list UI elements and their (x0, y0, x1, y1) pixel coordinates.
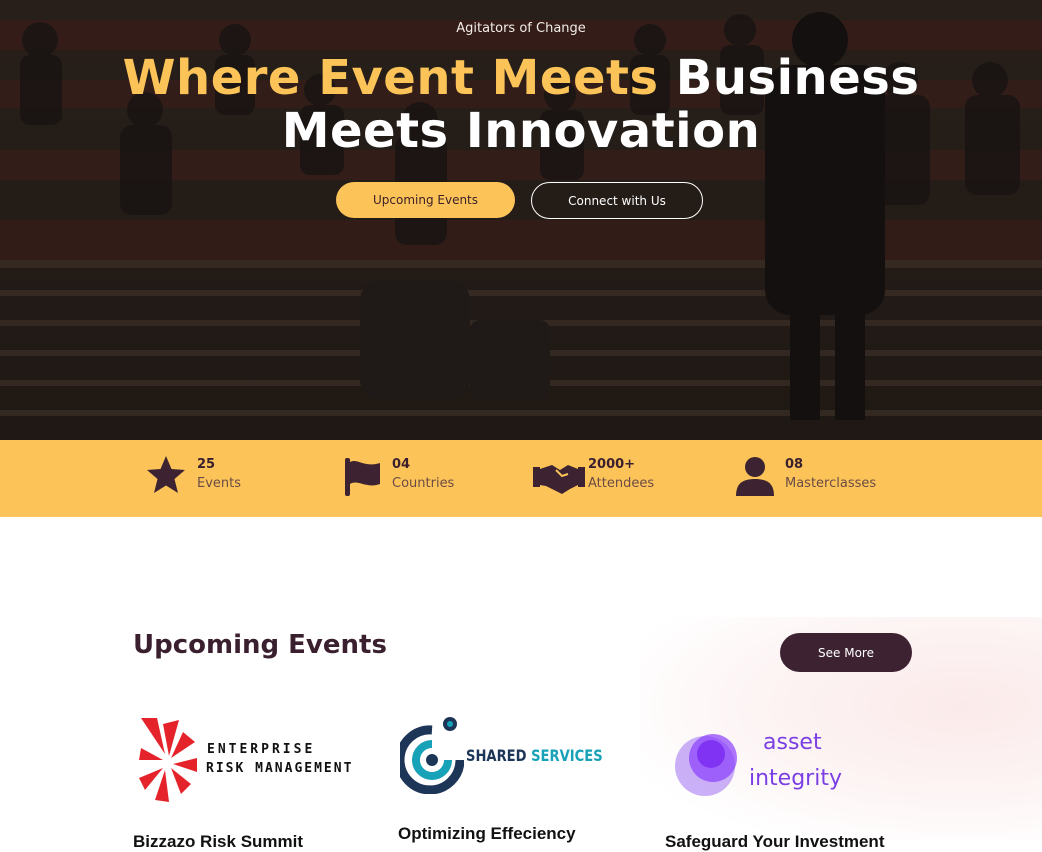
logo-text-line2: RISK MANAGEMENT (206, 761, 354, 776)
headline-line2: Meets Innovation (281, 103, 761, 159)
logo-word-shared: SHARED (466, 746, 527, 765)
headline-text: Business (658, 50, 920, 106)
connect-with-us-button[interactable]: Connect with Us (531, 182, 703, 219)
stats-bar: 25 Events 04 Countries 2000+ Attendees 0… (0, 440, 1042, 517)
hero-tagline: Agitators of Change (456, 21, 586, 36)
upcoming-events-title: Upcoming Events (133, 630, 387, 660)
logo-text-asset: asset (763, 730, 822, 755)
upcoming-events-button[interactable]: Upcoming Events (336, 182, 515, 218)
see-more-button[interactable]: See More (780, 633, 912, 672)
stat-value: 2000+ (588, 457, 636, 472)
stat-label: Masterclasses (785, 476, 877, 491)
asset-integrity-logo: asset integrity (665, 722, 845, 802)
shared-services-wordmark: SHARED SERVICES (466, 746, 603, 765)
star-icon (147, 456, 185, 493)
logo-text-integrity: integrity (749, 766, 842, 791)
event-title[interactable]: Bizzazo Risk Summit (133, 832, 303, 852)
shared-services-mark-icon (400, 717, 464, 794)
hero-headline: Where Event Meets Business Meets Innovat… (0, 52, 1042, 158)
logo-text-line1: ENTERPRISE (207, 742, 316, 757)
stat-label: Attendees (588, 476, 655, 491)
risk-burst-icon (139, 718, 197, 802)
handshake-icon (533, 465, 585, 494)
stat-label: Countries (392, 476, 455, 491)
headline-accent-text: Where Event Meets (122, 50, 659, 106)
user-icon (736, 457, 774, 496)
stat-label: Events (197, 476, 242, 491)
shared-services-logo: SHARED SERVICES (398, 714, 603, 794)
event-title[interactable]: Optimizing Effeciency (398, 824, 576, 844)
stat-value: 08 (785, 457, 804, 472)
stat-value: 04 (392, 457, 411, 472)
stat-value: 25 (197, 457, 216, 472)
logo-word-services: SERVICES (531, 746, 603, 765)
flag-icon (345, 458, 380, 496)
hero-section: Agitators of Change Where Event Meets Bu… (0, 0, 1042, 440)
asset-integrity-mark-icon (675, 734, 737, 796)
event-title[interactable]: Safeguard Your Investment (665, 832, 884, 852)
enterprise-risk-management-logo: ENTERPRISE RISK MANAGEMENT (133, 714, 378, 806)
